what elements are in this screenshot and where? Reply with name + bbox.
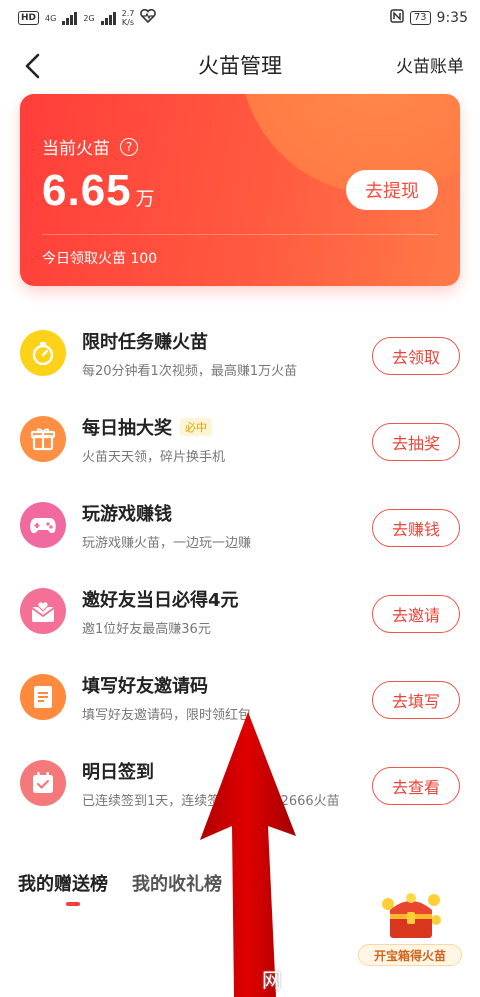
task-row: 玩游戏赚钱 玩游戏赚火苗，一边玩一边赚 去赚钱: [0, 482, 480, 568]
task-title: 邀好友当日必得4元: [82, 586, 239, 612]
balance-label-row: 当前火苗 ?: [42, 134, 138, 159]
view-button[interactable]: 去查看: [372, 767, 460, 805]
task-row: 邀好友当日必得4元 邀1位好友最高赚36元 去邀请: [0, 568, 480, 654]
treasure-chest-icon: [382, 893, 441, 938]
task-subtitle: 火苗天天领，碎片换手机: [82, 450, 226, 465]
signal-strength-icon: [62, 11, 78, 25]
network-speed: 2.7 K/s: [122, 9, 135, 27]
gamepad-icon: [20, 502, 66, 548]
heart-rate-icon: [140, 8, 157, 27]
balance-label: 当前火苗: [42, 139, 110, 159]
invite-button[interactable]: 去邀请: [372, 595, 460, 633]
task-row: 每日抽大奖 必中 火苗天天领，碎片换手机 去抽奖: [0, 396, 480, 482]
clock-time: 9:35: [436, 10, 468, 26]
balance-amount: 6.65 万: [42, 166, 155, 216]
lottery-button[interactable]: 去抽奖: [372, 423, 460, 461]
earn-button[interactable]: 去赚钱: [372, 509, 460, 547]
nfc-icon: [390, 9, 404, 27]
task-title: 每日抽大奖 必中: [82, 414, 212, 440]
tab-sent-ranking[interactable]: 我的赠送榜: [18, 870, 108, 906]
app-header: 火苗管理 火苗账单: [0, 36, 480, 96]
status-left: HD 4G 2G 2.7 K/s: [18, 8, 157, 27]
task-title: 玩游戏赚钱: [82, 500, 172, 526]
balance-unit: 万: [135, 188, 155, 210]
network-2g-label: 2G: [83, 13, 95, 23]
treasure-label: 开宝箱得火苗: [358, 944, 462, 966]
help-icon[interactable]: ?: [120, 137, 138, 156]
document-icon: [20, 674, 66, 720]
task-title-text: 限时任务赚火苗: [82, 332, 208, 353]
stopwatch-icon: [20, 330, 66, 376]
task-row: 限时任务赚火苗 每20分钟看1次视频，最高赚1万火苗 去领取: [0, 310, 480, 396]
ranking-tabs: 我的赠送榜 我的收礼榜: [18, 870, 222, 906]
today-received: 今日领取火苗 100: [42, 251, 158, 267]
network-4g-label: 4G: [45, 13, 57, 23]
card-divider: [42, 234, 438, 235]
task-title: 限时任务赚火苗: [82, 328, 208, 354]
tab-received-ranking[interactable]: 我的收礼榜: [132, 870, 222, 896]
task-title-text: 明日签到: [82, 762, 154, 783]
network-speed-unit: K/s: [121, 18, 135, 27]
balance-number: 6.65: [42, 166, 132, 215]
treasure-chest-button[interactable]: 开宝箱得火苗: [358, 890, 462, 970]
task-row: 填写好友邀请码 填写好友邀请码，限时领红包 去填写: [0, 654, 480, 740]
task-title-text: 填写好友邀请码: [82, 676, 208, 697]
task-title: 明日签到: [82, 758, 154, 784]
task-title-text: 邀好友当日必得4元: [82, 590, 239, 611]
task-title: 填写好友邀请码: [82, 672, 208, 698]
signal-strength-icon: [100, 11, 116, 25]
claim-button[interactable]: 去领取: [372, 337, 460, 375]
task-subtitle: 玩游戏赚火苗，一边玩一边赚: [82, 536, 252, 551]
fire-bill-link[interactable]: 火苗账单: [396, 52, 464, 77]
task-subtitle: 每20分钟看1次视频，最高赚1万火苗: [82, 364, 298, 379]
withdraw-button[interactable]: 去提现: [346, 170, 438, 210]
task-title-text: 玩游戏赚钱: [82, 504, 172, 525]
hd-badge: HD: [18, 11, 40, 25]
balance-card: 当前火苗 ? 6.65 万 去提现 今日领取火苗 100: [20, 94, 460, 286]
task-subtitle: 填写好友邀请码，限时领红包: [82, 708, 252, 723]
task-subtitle: 已连续签到1天，连续签到7天可得2666火苗: [82, 794, 340, 809]
guaranteed-badge: 必中: [180, 418, 212, 436]
task-row: 明日签到 已连续签到1天，连续签到7天可得2666火苗 去查看: [0, 740, 480, 826]
task-title-text: 每日抽大奖: [82, 418, 172, 439]
battery-icon: 73: [409, 11, 431, 25]
status-bar: HD 4G 2G 2.7 K/s 73 9:35: [0, 0, 480, 36]
network-speed-value: 2.7: [121, 9, 135, 18]
task-subtitle: 邀1位好友最高赚36元: [82, 622, 211, 637]
status-right: 73 9:35: [390, 9, 468, 27]
gift-icon: [20, 416, 66, 462]
task-list: 限时任务赚火苗 每20分钟看1次视频，最高赚1万火苗 去领取 每日抽大奖 必中 …: [0, 310, 480, 826]
watermark-text: 网: [262, 968, 282, 992]
envelope-icon: [20, 588, 66, 634]
calendar-icon: [20, 760, 66, 806]
fill-code-button[interactable]: 去填写: [372, 681, 460, 719]
